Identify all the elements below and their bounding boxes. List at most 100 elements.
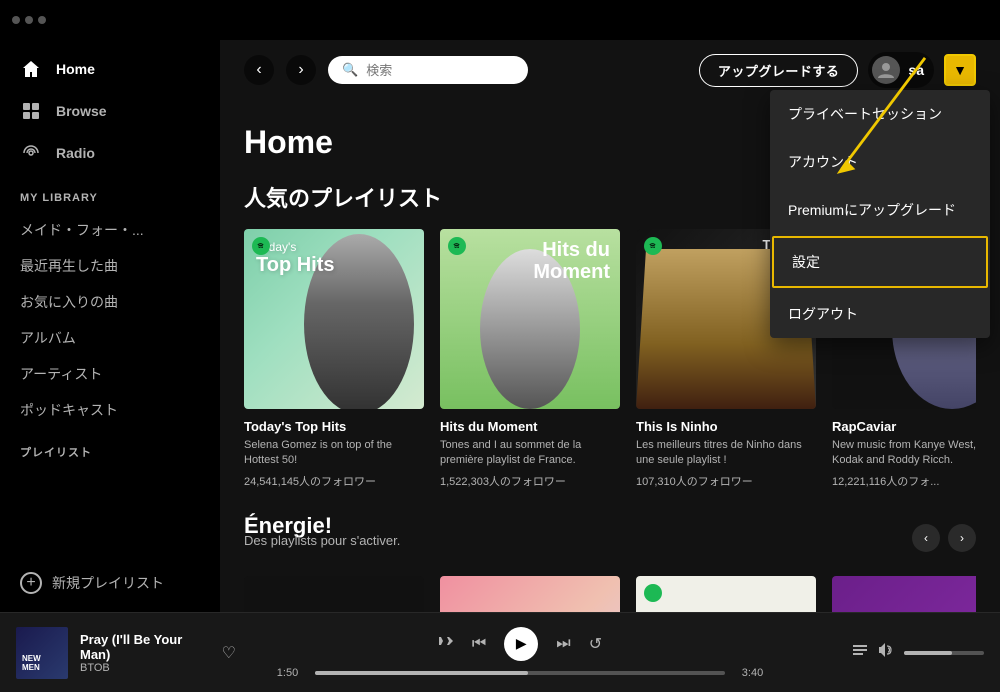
card-pink[interactable] [440, 576, 620, 612]
next-button[interactable]: ⏭ [556, 635, 570, 653]
dropdown-item-settings[interactable]: 設定 [772, 236, 988, 288]
repeat-button[interactable]: ↺ [589, 634, 602, 654]
card-image-top-hits: Today's Top Hits [244, 229, 424, 409]
sidebar-item-radio[interactable]: Radio [0, 132, 220, 174]
dropdown-item-logout[interactable]: ログアウト [770, 290, 990, 338]
card-gym-tonic[interactable]: GymTonic [832, 576, 976, 612]
shuffle-button[interactable] [438, 633, 454, 654]
my-library-label: MY LIBRARY [0, 174, 220, 212]
window-dot-3 [38, 16, 46, 24]
dropdown-item-account[interactable]: アカウント [770, 138, 990, 186]
title-bar [0, 0, 1000, 40]
energie-section-nav: ‹ › [912, 524, 976, 552]
forward-button[interactable]: › [286, 55, 316, 85]
sidebar-home-label: Home [56, 61, 95, 77]
card-desc-rapcaviar: New music from Kanye West, Tyga, Kodak a… [832, 438, 976, 469]
dropdown-menu: プライベートセッション アカウント Premiumにアップグレード 設定 ログア… [770, 90, 990, 338]
volume-slider[interactable] [904, 651, 984, 655]
player-right [804, 642, 984, 663]
card-desc-ninho: Les meilleurs titres de Ninho dans une s… [636, 438, 816, 469]
card-title-top-hits: Today's Top Hits [244, 419, 424, 434]
app-container: Home Browse [0, 0, 1000, 692]
sidebar-item-liked[interactable]: お気に入りの曲 [0, 284, 220, 320]
card-french-noise[interactable]: FrenchNoise French Noise [636, 576, 816, 612]
browse-icon [20, 100, 42, 122]
card-followers-top-hits: 24,541,145人のフォロワー [244, 473, 424, 489]
user-label: sa [908, 62, 924, 78]
plus-icon: + [20, 572, 42, 594]
queue-button[interactable] [852, 642, 868, 663]
player-buttons: ⏮ ▶ ⏭ ↺ [438, 627, 602, 661]
card-hits-du-moment[interactable]: Hits duMoment Hits du Moment Tones and I… [440, 229, 620, 489]
card-followers-rapcaviar: 12,221,116人のフォ... [832, 473, 976, 489]
player-track-info: Pray (I'll Be Your Man) BTOB [80, 632, 210, 674]
topbar-right: アップグレードする sa ▼ [699, 52, 976, 88]
energie-next-button[interactable]: › [948, 524, 976, 552]
user-menu-button[interactable]: sa [868, 52, 934, 88]
card-followers-hits-moment: 1,522,303人のフォロワー [440, 473, 620, 489]
previous-button[interactable]: ⏮ [472, 635, 486, 653]
sidebar-browse-label: Browse [56, 103, 107, 119]
sidebar-item-made-for[interactable]: メイド・フォー・... [0, 212, 220, 248]
energie-subtitle: Des playlists pour s'activer. [244, 533, 400, 548]
player-song-title: Pray (I'll Be Your Man) [80, 632, 210, 662]
new-playlist-label: 新規プレイリスト [52, 573, 164, 593]
card-desc-top-hits: Selena Gomez is on top of the Hottest 50… [244, 438, 424, 469]
dropdown-arrow-button[interactable]: ▼ [944, 54, 976, 86]
card-desc-hits-moment: Tones and I au sommet de la première pla… [440, 438, 620, 469]
sidebar-item-albums[interactable]: アルバム [0, 320, 220, 356]
card-today-top-hits[interactable]: Today's Top Hits [244, 229, 424, 489]
sidebar-item-browse[interactable]: Browse [0, 90, 220, 132]
energie-header-left: Énergie! Des playlists pour s'activer. [244, 513, 400, 564]
gym-text: GymTonic [832, 576, 976, 612]
window-dot-1 [12, 16, 20, 24]
sidebar: Home Browse [0, 40, 220, 612]
player-progress: 1:50 3:40 [270, 667, 770, 679]
playlists-label: プレイリスト [0, 428, 220, 468]
album-art-text: NEWMEN [22, 655, 41, 673]
progress-bar[interactable] [315, 671, 725, 675]
sidebar-item-recent[interactable]: 最近再生した曲 [0, 248, 220, 284]
volume-fill [904, 651, 952, 655]
volume-button[interactable] [878, 642, 894, 663]
upgrade-button[interactable]: アップグレードする [699, 54, 859, 87]
player-controls: ⏮ ▶ ⏭ ↺ 1:50 3:40 [236, 627, 804, 679]
album-art-inner: NEWMEN [16, 627, 68, 679]
sidebar-radio-label: Radio [56, 145, 95, 161]
user-avatar [872, 56, 900, 84]
play-pause-button[interactable]: ▶ [504, 627, 538, 661]
player-album-art: NEWMEN [16, 627, 68, 679]
card-followers-ninho: 107,310人のフォロワー [636, 473, 816, 489]
player-artist: BTOB [80, 662, 210, 674]
sidebar-item-artists[interactable]: アーティスト [0, 356, 220, 392]
card-maximum[interactable]: Maximum [244, 576, 424, 612]
topbar: ‹ › 🔍 アップグレードする sa [220, 40, 1000, 100]
new-playlist-button[interactable]: + 新規プレイリスト [0, 562, 220, 604]
player-like-button[interactable]: ♡ [222, 643, 236, 663]
player-song-info: NEWMEN Pray (I'll Be Your Man) BTOB ♡ [16, 627, 236, 679]
sidebar-item-podcasts[interactable]: ポッドキャスト [0, 392, 220, 428]
search-bar: 🔍 [328, 56, 528, 84]
main-area: Home Browse [0, 40, 1000, 612]
hits-moment-text: Hits duMoment [533, 239, 610, 283]
spotify-dot-french [644, 584, 662, 602]
player-time-current: 1:50 [270, 667, 305, 679]
energie-prev-button[interactable]: ‹ [912, 524, 940, 552]
energie-section-header: Énergie! Des playlists pour s'activer. ‹… [244, 513, 976, 564]
sidebar-item-home[interactable]: Home [0, 48, 220, 90]
spotify-dot-hits [448, 237, 466, 255]
card-image-gym: GymTonic [832, 576, 976, 612]
dropdown-item-premium[interactable]: Premiumにアップグレード [770, 186, 990, 234]
back-button[interactable]: ‹ [244, 55, 274, 85]
energie-playlist-grid: Maximum [244, 576, 976, 612]
dropdown-item-private-session[interactable]: プライベートセッション [770, 90, 990, 138]
player-bar: NEWMEN Pray (I'll Be Your Man) BTOB ♡ ⏮ … [0, 612, 1000, 692]
card-image-hits-moment: Hits duMoment [440, 229, 620, 409]
radio-icon [20, 142, 42, 164]
maximum-text: Maximum [244, 576, 424, 612]
card-image-pink [440, 576, 620, 612]
card-title-ninho: This Is Ninho [636, 419, 816, 434]
window-dot-2 [25, 16, 33, 24]
progress-bar-fill [315, 671, 528, 675]
search-input[interactable] [366, 63, 506, 78]
